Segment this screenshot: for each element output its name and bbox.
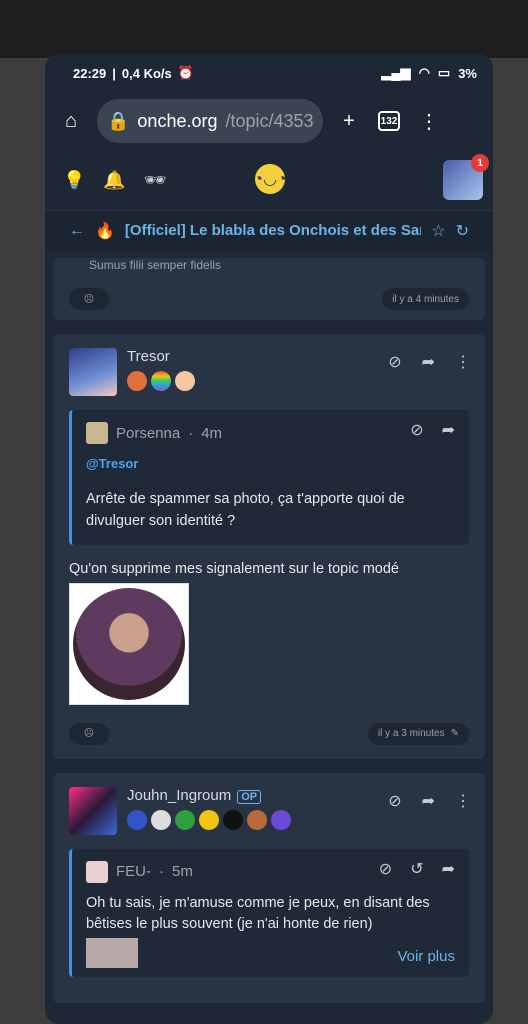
background-topbar bbox=[0, 0, 528, 58]
edit-icon: ✎ bbox=[450, 728, 459, 739]
topic-title[interactable]: [Officiel] Le blabla des Onchois et des … bbox=[125, 222, 421, 239]
lightbulb-icon[interactable]: 💡 bbox=[63, 170, 85, 191]
mention[interactable]: @Tresor bbox=[86, 456, 455, 471]
status-bar: 22:29 | 0,4 Ko/s ⏰ ▂▄▆ ◠ ▭ 3% bbox=[73, 65, 477, 81]
post-time: il y a 4 minutes bbox=[382, 288, 469, 310]
notification-badge: 1 bbox=[471, 154, 489, 172]
quote-time: 5m bbox=[172, 863, 193, 880]
avatar[interactable] bbox=[69, 786, 117, 835]
zero-badge-icon bbox=[223, 809, 243, 830]
quote-block: Porsenna · 4m ⊘ ➦ @Tresor Arrête de spam… bbox=[69, 410, 469, 545]
quote-user[interactable]: FEU- bbox=[116, 863, 151, 880]
lock-icon: 🔒 bbox=[107, 110, 130, 131]
post-card: Tresor ⊘ ➦ ⋮ Porsenna · 4m ⊘ ➦ @Tresor A… bbox=[53, 334, 485, 759]
username[interactable]: Tresor bbox=[127, 348, 195, 365]
op-badge: OP bbox=[237, 789, 262, 804]
post-card: Sumus filii semper fidelis ☹ il y a 4 mi… bbox=[53, 258, 485, 320]
wifi-icon: ◠ bbox=[418, 65, 430, 80]
fire-icon: 🔥 bbox=[95, 222, 115, 240]
quote-user[interactable]: Porsenna bbox=[116, 425, 180, 442]
clock: 22:29 bbox=[73, 65, 107, 81]
reaction-button[interactable]: ☹ bbox=[69, 722, 109, 745]
rank-badge-icon bbox=[127, 371, 147, 391]
topic-bar: ← 🔥 [Officiel] Le blabla des Onchois et … bbox=[45, 210, 493, 250]
home-icon[interactable]: ⌂ bbox=[57, 107, 85, 135]
url-host: onche.org bbox=[137, 110, 218, 131]
signal-icon: ▂▄▆ bbox=[381, 65, 411, 80]
battery-level: 3% bbox=[458, 65, 477, 81]
browser-window: 22:29 | 0,4 Ko/s ⏰ ▂▄▆ ◠ ▭ 3% ⌂ 🔒 onche.… bbox=[45, 54, 493, 1024]
post-text: Qu'on supprime mes signalement sur le to… bbox=[69, 560, 399, 577]
quote-block: FEU- · 5m ⊘ ↺ ➦ Oh tu sais, je m'amuse c… bbox=[69, 848, 469, 977]
url-path: /topic/4353 bbox=[225, 110, 314, 131]
quote-image[interactable] bbox=[86, 938, 138, 968]
quote-time: 4m bbox=[201, 424, 223, 442]
star-icon[interactable]: ☆ bbox=[431, 221, 445, 241]
menu-icon[interactable]: ⋮ bbox=[415, 107, 443, 135]
more-icon[interactable]: ⋮ bbox=[455, 791, 471, 811]
history-icon[interactable]: ↺ bbox=[410, 859, 423, 879]
battery-icon: ▭ bbox=[437, 65, 451, 80]
bell-icon[interactable]: 🔔 bbox=[103, 170, 125, 191]
refresh-icon[interactable]: ↻ bbox=[456, 221, 469, 241]
star-badge-icon bbox=[271, 809, 291, 830]
hide-icon[interactable]: ⊘ bbox=[410, 420, 423, 440]
share-icon[interactable]: ➦ bbox=[442, 859, 455, 879]
browser-toolbar: ⌂ 🔒 onche.org/topic/4353 + 132 ⋮ bbox=[45, 92, 493, 150]
face-badge-icon bbox=[199, 809, 219, 830]
network-speed: 0,4 Ko/s bbox=[121, 65, 172, 81]
quote-avatar bbox=[86, 860, 108, 883]
see-more-link[interactable]: Voir plus bbox=[397, 948, 455, 965]
site-nav: 💡 🔔 🕶 ◔◡◔ 1 bbox=[45, 150, 493, 210]
quote-text: Oh tu sais, je m'amuse comme je peux, en… bbox=[86, 894, 430, 933]
quote-avatar bbox=[86, 422, 108, 444]
avatar[interactable] bbox=[69, 348, 117, 396]
share-icon[interactable]: ➦ bbox=[422, 791, 435, 811]
post-card: Jouhn_Ingroum OP ⊘ ➦ ⋮ FEU- · 5m ⊘ ↺ ➦ O… bbox=[53, 772, 485, 1003]
incognito-icon[interactable]: 🕶 bbox=[144, 170, 167, 191]
dice-badge-icon bbox=[151, 809, 171, 830]
quote-text: Arrête de spammer sa photo, ça t'apporte… bbox=[86, 491, 405, 529]
new-tab-icon[interactable]: + bbox=[335, 107, 363, 135]
clipped-text: Sumus filii semper fidelis bbox=[89, 258, 222, 272]
username[interactable]: Jouhn_Ingroum bbox=[127, 787, 231, 804]
flower-badge-icon bbox=[247, 809, 267, 830]
crown-badge-icon bbox=[127, 809, 147, 830]
reaction-button[interactable]: ☹ bbox=[69, 288, 109, 310]
address-bar[interactable]: 🔒 onche.org/topic/4353 bbox=[97, 99, 323, 143]
share-icon[interactable]: ➦ bbox=[422, 352, 435, 372]
elf-badge-icon bbox=[175, 809, 195, 830]
post-feed: Sumus filii semper fidelis ☹ il y a 4 mi… bbox=[45, 258, 493, 1003]
site-logo[interactable]: ◔◡◔ bbox=[253, 164, 287, 194]
hide-icon[interactable]: ⊘ bbox=[388, 352, 401, 372]
tabs-button[interactable]: 132 bbox=[375, 107, 403, 135]
rainbow-badge-icon bbox=[151, 371, 171, 391]
hide-icon[interactable]: ⊘ bbox=[388, 791, 401, 811]
post-time: il y a 3 minutes ✎ bbox=[367, 722, 469, 745]
post-image[interactable] bbox=[69, 582, 189, 705]
back-arrow-icon[interactable]: ← bbox=[69, 222, 85, 240]
character-badge-icon bbox=[175, 371, 195, 391]
share-icon[interactable]: ➦ bbox=[442, 420, 455, 440]
more-icon[interactable]: ⋮ bbox=[455, 352, 471, 372]
hide-icon[interactable]: ⊘ bbox=[379, 859, 392, 879]
alarm-icon: ⏰ bbox=[177, 65, 194, 80]
